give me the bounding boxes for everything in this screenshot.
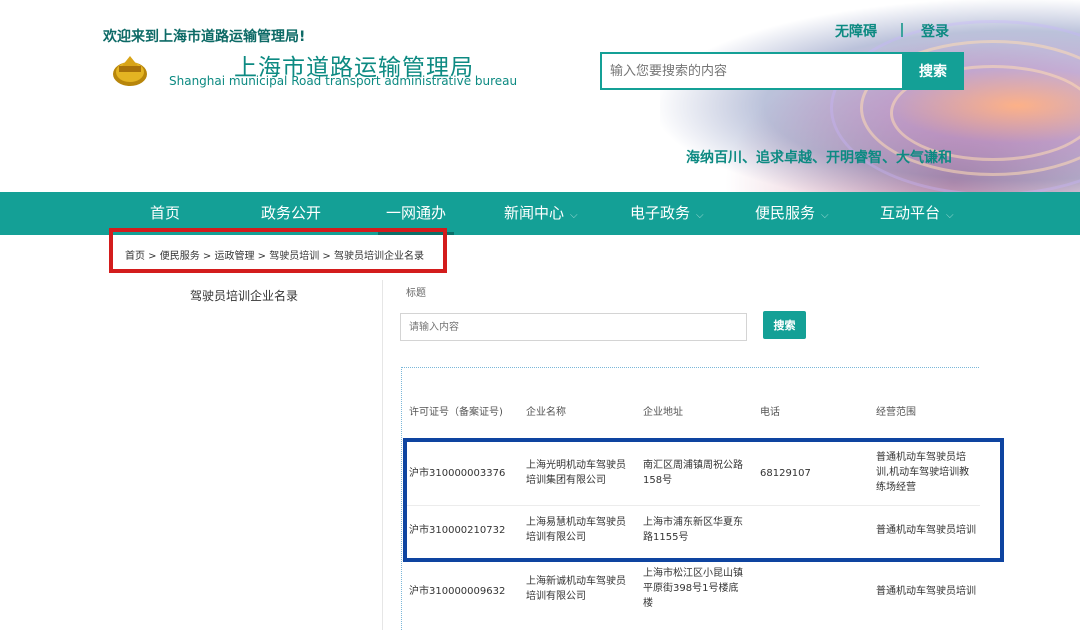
chevron-down-icon: ⌵ (570, 210, 578, 221)
bureau-title-en: Shanghai municipal Road transport admini… (169, 74, 518, 88)
cell-company: 上海新诚机动车驾驶员 培训有限公司 (526, 574, 626, 604)
slogan-text: 海纳百川、追求卓越、开明睿智、大气谦和 (686, 150, 952, 166)
nav-item-e-gov[interactable]: 电子政务 ⌵ (630, 192, 704, 235)
cell-address: 上海市松江区小昆山镇 平原街398号1号楼底 楼 (643, 566, 743, 611)
site-header: 欢迎来到上海市道路运输管理局! 无障碍 登录 上海市道路运输管理局 Shangh… (0, 0, 1080, 192)
rows-highlight-box (403, 438, 1004, 562)
nav-item-label: 一网通办 (386, 204, 447, 222)
cell-line: 上海市松江区小昆山镇 (643, 568, 743, 579)
nav-item-services[interactable]: 便民服务 ⌵ (755, 192, 829, 235)
nav-item-label: 新闻中心 (504, 204, 565, 222)
nav-item-interaction[interactable]: 互动平台 ⌵ (880, 192, 954, 235)
title-filter-input[interactable] (400, 313, 747, 341)
cell-line: 普通机动车驾驶员培训 (876, 586, 976, 597)
cell-line: 平原街398号1号楼底 (643, 583, 739, 594)
nav-item-label: 便民服务 (755, 204, 816, 222)
breadcrumb[interactable]: 首页 > 便民服务 > 运政管理 > 驾驶员培训 > 驾驶员培训企业名录 (125, 247, 424, 262)
column-header-phone: 电话 (760, 407, 780, 418)
site-search-button[interactable]: 搜索 (902, 52, 964, 90)
sidebar-divider (382, 280, 383, 630)
chevron-down-icon: ⌵ (696, 210, 704, 221)
chevron-down-icon: ⌵ (946, 210, 954, 221)
filter-search-button[interactable]: 搜索 (763, 311, 806, 339)
column-header-address: 企业地址 (643, 407, 683, 418)
table-border-left (401, 367, 402, 630)
header-divider (901, 23, 903, 37)
sidebar-item-driver-training-directory[interactable]: 驾驶员培训企业名录 (190, 287, 298, 304)
cell-line: 培训有限公司 (526, 591, 586, 602)
nav-item-news[interactable]: 新闻中心 ⌵ (504, 192, 578, 235)
filter-label: 标题 (406, 288, 426, 299)
accessibility-link[interactable]: 无障碍 (835, 21, 877, 41)
column-header-company: 企业名称 (526, 407, 566, 418)
column-header-scope: 经营范围 (876, 407, 916, 418)
chevron-down-icon: ⌵ (821, 210, 829, 221)
table-border-top (401, 367, 979, 368)
bureau-logo-icon[interactable] (112, 52, 148, 88)
login-link[interactable]: 登录 (921, 21, 949, 41)
nav-item-label: 首页 (150, 204, 181, 222)
cell-scope: 普通机动车驾驶员培训 (876, 584, 976, 599)
nav-item-label: 电子政务 (630, 204, 691, 222)
column-header-license: 许可证号（备案证号) (409, 407, 503, 418)
cell-line: 上海新诚机动车驾驶员 (526, 576, 626, 587)
welcome-text: 欢迎来到上海市道路运输管理局! (103, 29, 306, 45)
nav-item-label: 互动平台 (880, 204, 941, 222)
site-search-input[interactable] (600, 52, 902, 90)
cell-line: 楼 (643, 598, 653, 609)
nav-item-label: 政务公开 (261, 204, 322, 222)
cell-license: 沪市310000009632 (409, 586, 506, 597)
